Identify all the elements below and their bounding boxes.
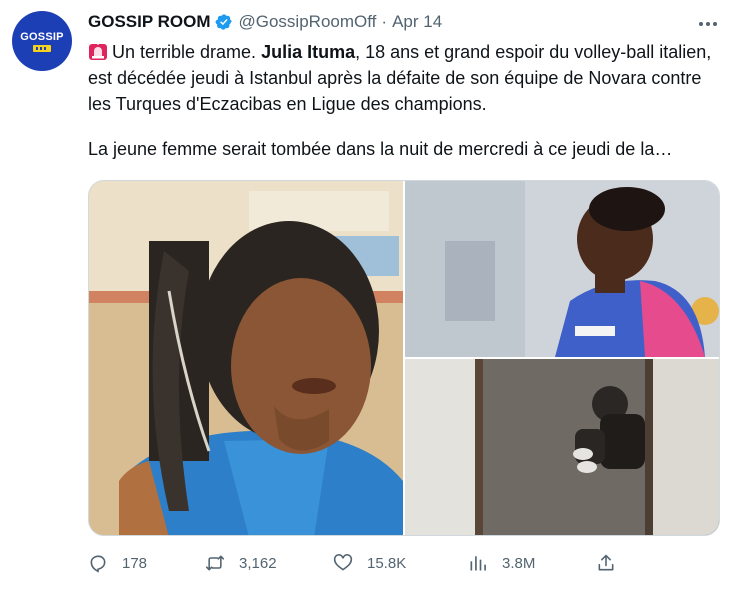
analytics-icon	[470, 556, 486, 571]
tweet-text-name: Julia Ituma	[261, 42, 356, 62]
action-bar: 178 3,162 15.8K 3.8M	[88, 548, 628, 578]
media-grid	[88, 180, 720, 536]
retweet-button[interactable]: 3,162	[205, 548, 277, 578]
avatar-logo-text: GOSSIP	[20, 30, 64, 43]
retweet-count: 3,162	[239, 554, 277, 572]
share-button[interactable]	[596, 548, 616, 578]
retweet-icon	[205, 555, 225, 571]
more-options-icon[interactable]	[696, 14, 720, 34]
heart-icon	[333, 554, 353, 571]
photo-hallway-surveillance[interactable]	[405, 359, 719, 535]
verified-badge-icon	[215, 14, 232, 30]
like-count: 15.8K	[367, 554, 407, 572]
tweet-header: GOSSIP ROOM @GossipRoomOff · Apr 14	[88, 12, 442, 32]
avatar[interactable]: GOSSIP	[12, 11, 72, 71]
author-name[interactable]: GOSSIP ROOM	[88, 12, 211, 32]
tweet-text: Un terrible drame. Julia Ituma, 18 ans e…	[88, 39, 724, 162]
tweet-card[interactable]: GOSSIP GOSSIP ROOM @GossipRoomOff · Apr …	[0, 0, 737, 591]
like-button[interactable]: 15.8K	[333, 548, 406, 578]
views-button[interactable]: 3.8M	[468, 548, 535, 578]
views-count: 3.8M	[502, 554, 536, 572]
reply-count: 178	[122, 554, 148, 572]
reply-button[interactable]: 178	[88, 548, 147, 578]
author-handle[interactable]: @GossipRoomOff	[239, 12, 377, 32]
avatar-logo-icon	[33, 44, 51, 52]
photo-player-jersey[interactable]	[405, 181, 719, 357]
tweet-paragraph-1: Un terrible drame. Julia Ituma, 18 ans e…	[88, 39, 724, 117]
photo-portrait[interactable]	[89, 181, 403, 535]
separator-dot: ·	[381, 12, 388, 31]
reply-icon	[90, 555, 106, 573]
tweet-text-lead: Un terrible drame.	[112, 42, 262, 62]
tweet-paragraph-2: La jeune femme serait tombée dans la nui…	[88, 139, 673, 159]
police-light-icon	[89, 42, 107, 60]
share-icon	[598, 554, 614, 571]
tweet-date[interactable]: Apr 14	[392, 12, 442, 32]
